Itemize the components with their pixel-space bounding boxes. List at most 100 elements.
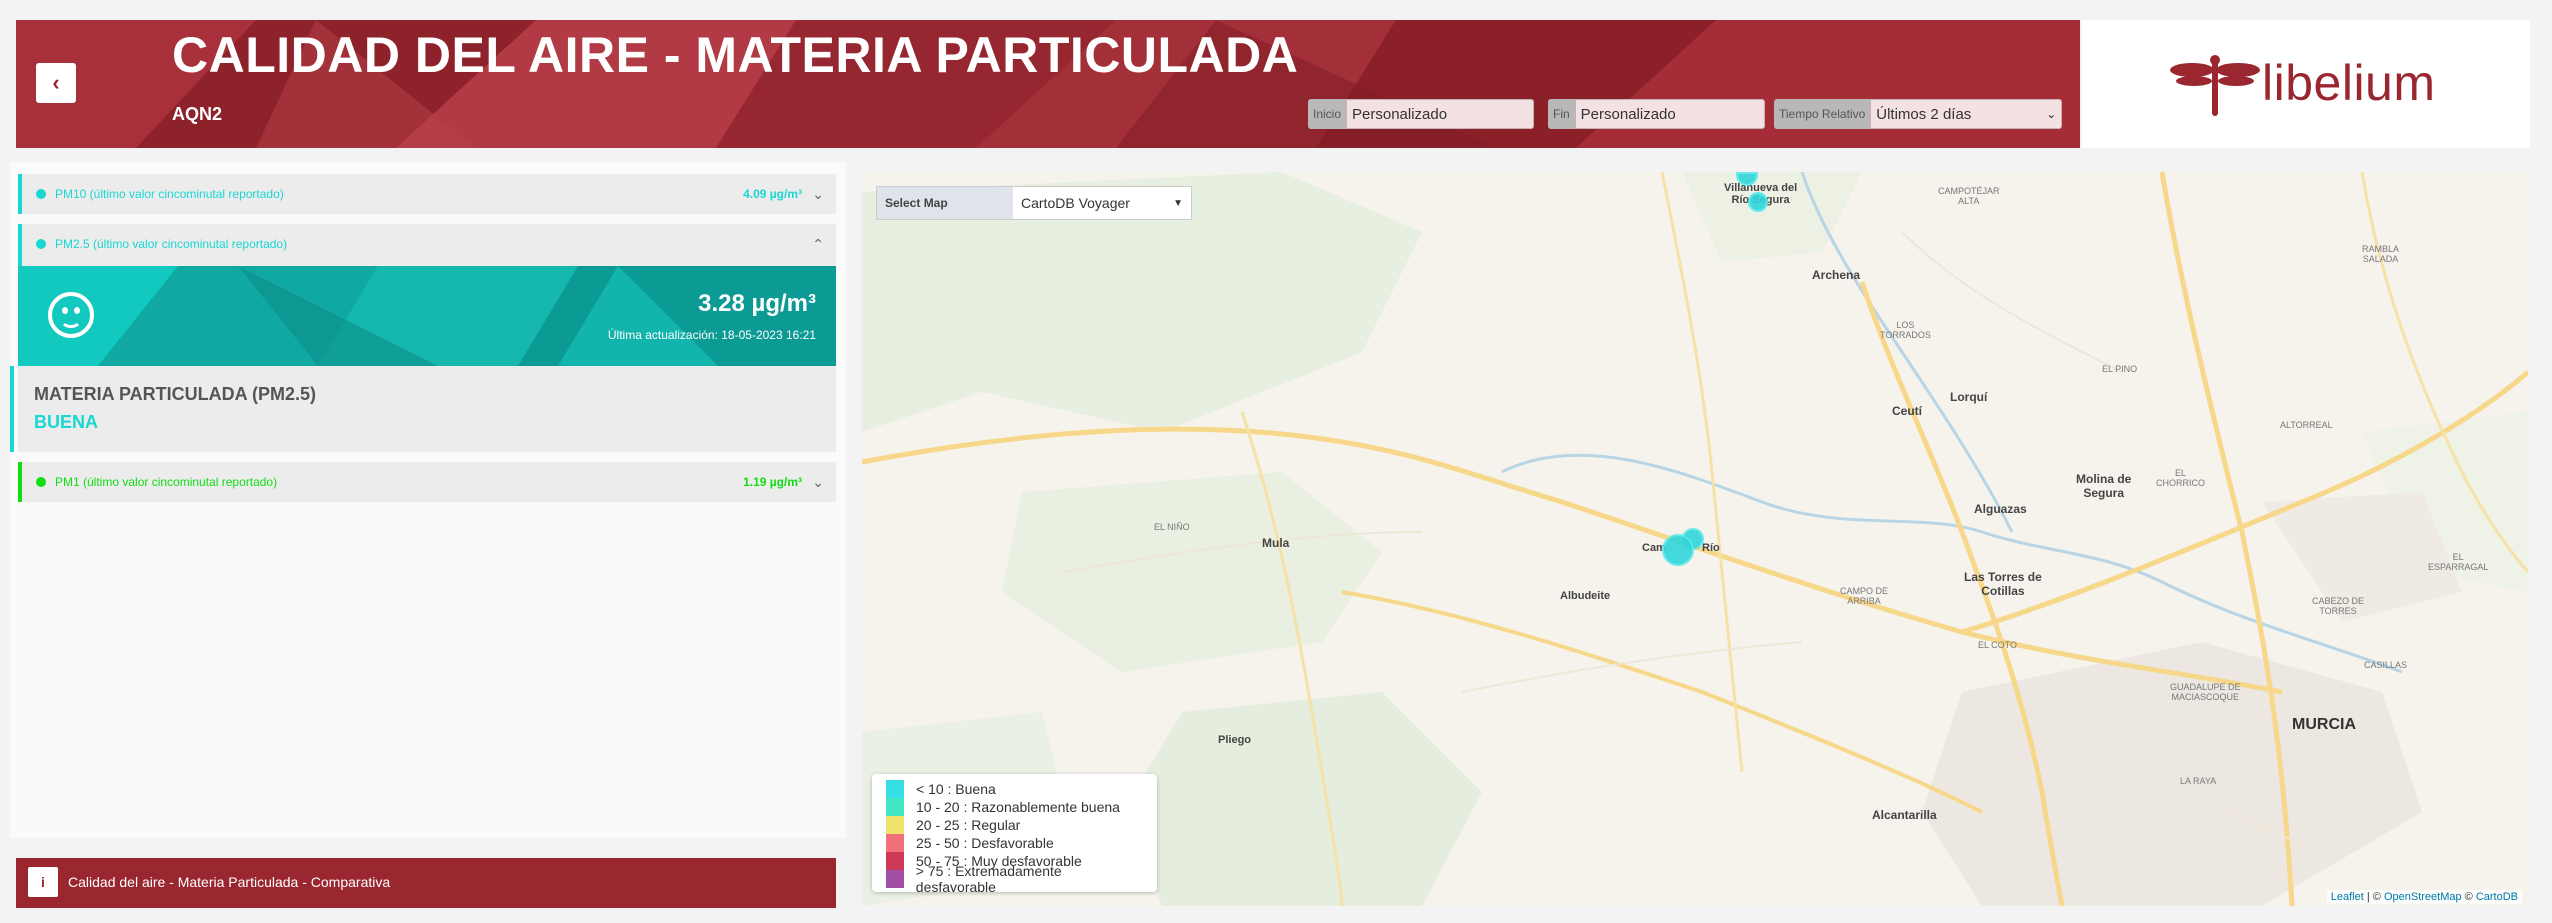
place-el-chorrico: EL CHORRICO (2156, 468, 2205, 488)
last-update: Última actualización: 18-05-2023 16:21 (607, 328, 816, 342)
place-pliego: Pliego (1218, 734, 1252, 746)
place-guadalupe: GUADALUPE DE MACIASCOQUE (2170, 682, 2241, 702)
chevron-down-icon: ⌄ (2046, 107, 2057, 121)
back-button[interactable]: ‹ (36, 63, 76, 103)
legend-swatch (886, 780, 904, 798)
place-mula: Mula (1262, 536, 1290, 550)
caret-down-icon: ▼ (1173, 197, 1183, 209)
place-la-raya: LA RAYA (2180, 776, 2217, 786)
select-map-label: Select Map (877, 187, 1013, 219)
legend-label: 20 - 25 : Regular (916, 817, 1021, 833)
place-campotejar: CAMPOTÉJAR ALTA (1938, 186, 2000, 206)
accordion-header-pm10[interactable]: PM10 (último valor cincominutal reportad… (18, 174, 836, 214)
status-dot (36, 239, 46, 249)
comparison-footer-link[interactable]: i Calidad del aire - Materia Particulada… (16, 858, 836, 908)
header-banner: ‹ CALIDAD DEL AIRE - MATERIA PARTICULADA… (16, 20, 2080, 148)
place-archena: Archena (1812, 268, 1861, 282)
place-el-esparragal: EL ESPARRAGAL (2428, 552, 2489, 572)
legend-row: < 10 : Buena (886, 780, 1143, 798)
place-lorqui: Lorquí (1950, 390, 1988, 404)
chevron-left-icon: ‹ (52, 70, 60, 95)
place-molina: Molina de Segura (2076, 472, 2132, 500)
logo-text: libelium (2262, 55, 2436, 111)
legend-row: > 75 : Extremadamente desfavorable (886, 863, 1143, 895)
legend-swatch (886, 834, 904, 852)
pm25-label: PM2.5 (último valor cincominutal reporta… (55, 237, 288, 251)
place-las-torres: Las Torres de Cotillas (1964, 570, 2042, 598)
pm25-info-title: MATERIA PARTICULADA (PM2.5) (34, 384, 316, 404)
pm10-value: 4.09 µg/m³ (743, 187, 802, 201)
place-el-pino: EL PINO (2102, 364, 2138, 374)
place-el-coto: EL COTO (1978, 640, 2018, 650)
place-murcia: MURCIA (2292, 716, 2356, 733)
chevron-down-icon: ⌄ (812, 473, 824, 490)
inicio-filter: Inicio Personalizado (1308, 99, 1535, 129)
place-alguazas: Alguazas (1974, 502, 2027, 516)
osm-link[interactable]: OpenStreetMap (2384, 891, 2462, 903)
legend-row: 10 - 20 : Razonablemente buena (886, 798, 1143, 816)
legend-row: 25 - 50 : Desfavorable (886, 834, 1143, 852)
status-dot (36, 189, 46, 199)
legend-swatch (886, 816, 904, 834)
dragonfly-logo-icon (2170, 55, 2260, 116)
place-casillas: CASILLAS (2364, 660, 2408, 670)
pm1-label: PM1 (último valor cincominutal reportado… (55, 475, 278, 489)
map-legend: < 10 : Buena 10 - 20 : Razonablemente bu… (872, 774, 1157, 895)
select-map-control: Select Map CartoDB Voyager ▼ (876, 186, 1192, 220)
pm25-info-box: MATERIA PARTICULADA (PM2.5) BUENA (10, 366, 836, 452)
map-view[interactable]: Select Map CartoDB Voyager ▼ Villanueva … (862, 172, 2528, 906)
place-rambla-salada: RAMBLA SALADA (2362, 244, 2400, 264)
tiempo-relativo-value: Últimos 2 días (1876, 105, 1972, 123)
place-albudeite: Albudeite (1560, 590, 1611, 602)
fin-filter: Fin Personalizado (1548, 99, 1765, 129)
pm25-value-card: 3.28 µg/m³ Última actualización: 18-05-2… (18, 266, 836, 366)
leaflet-link[interactable]: Leaflet (2331, 891, 2364, 903)
accent-bar (10, 366, 14, 452)
tiempo-relativo-label: Tiempo Relativo (1774, 99, 1871, 129)
legend-swatch (886, 798, 904, 816)
chevron-up-icon: ⌃ (812, 235, 824, 252)
fin-label: Fin (1548, 99, 1575, 129)
legend-label: < 10 : Buena (916, 781, 996, 797)
accordion-pm1[interactable]: PM1 (último valor cincominutal reportado… (18, 462, 836, 502)
fin-input[interactable]: Personalizado (1574, 99, 1765, 129)
smiley-face-icon (48, 292, 94, 338)
tiempo-relativo-select[interactable]: Últimos 2 días ⌄ (1870, 99, 2063, 129)
pm10-label: PM10 (último valor cincominutal reportad… (55, 187, 284, 201)
pm1-value: 1.19 µg/m³ (743, 475, 802, 489)
place-los-torrados: LOS TORRADOS (1880, 320, 1931, 340)
comparison-footer-text: Calidad del aire - Materia Particulada -… (68, 874, 391, 890)
accordion-header-pm1[interactable]: PM1 (último valor cincominutal reportado… (18, 462, 836, 502)
device-id: AQN2 (172, 104, 223, 124)
legend-row: 20 - 25 : Regular (886, 816, 1143, 834)
place-alcantarilla: Alcantarilla (1872, 808, 1937, 822)
accordion-pm10[interactable]: PM10 (último valor cincominutal reportad… (18, 174, 836, 214)
inicio-input[interactable]: Personalizado (1346, 99, 1535, 129)
place-cabezo: CABEZO DE TORRES (2312, 596, 2365, 616)
accordion-header-pm25[interactable]: PM2.5 (último valor cincominutal reporta… (18, 224, 836, 264)
legend-label: 10 - 20 : Razonablemente buena (916, 799, 1120, 815)
select-map-dropdown[interactable]: CartoDB Voyager ▼ (1013, 187, 1191, 219)
inicio-label: Inicio (1308, 99, 1347, 129)
status-dot (36, 477, 46, 487)
logo-box: libelium (2082, 20, 2530, 148)
sensor-marker[interactable] (1748, 192, 1768, 212)
place-altorreal: ALTORREAL (2280, 420, 2333, 430)
select-map-value: CartoDB Voyager (1021, 195, 1130, 211)
left-panel: PM10 (último valor cincominutal reportad… (10, 162, 846, 838)
place-el-nino: EL NIÑO (1154, 522, 1190, 532)
map-attribution: Leaflet | © OpenStreetMap © CartoDB (2326, 890, 2522, 904)
place-campo-arriba: CAMPO DE ARRIBA (1840, 586, 1889, 606)
place-campos-rio: Río (1702, 542, 1720, 554)
pm25-current-value: 3.28 µg/m³ (698, 290, 816, 317)
info-icon: i (28, 867, 58, 897)
place-ceuti: Ceutí (1892, 404, 1922, 418)
carto-link[interactable]: CartoDB (2476, 891, 2518, 903)
legend-label: > 75 : Extremadamente desfavorable (915, 863, 1062, 895)
legend-swatch (886, 852, 904, 870)
legend-swatch (886, 870, 904, 888)
sensor-marker-selected[interactable] (1662, 534, 1694, 566)
chevron-down-icon: ⌄ (812, 185, 824, 202)
pm25-info-status: BUENA (34, 412, 99, 432)
tiempo-relativo-filter: Tiempo Relativo Últimos 2 días ⌄ (1774, 99, 2063, 129)
